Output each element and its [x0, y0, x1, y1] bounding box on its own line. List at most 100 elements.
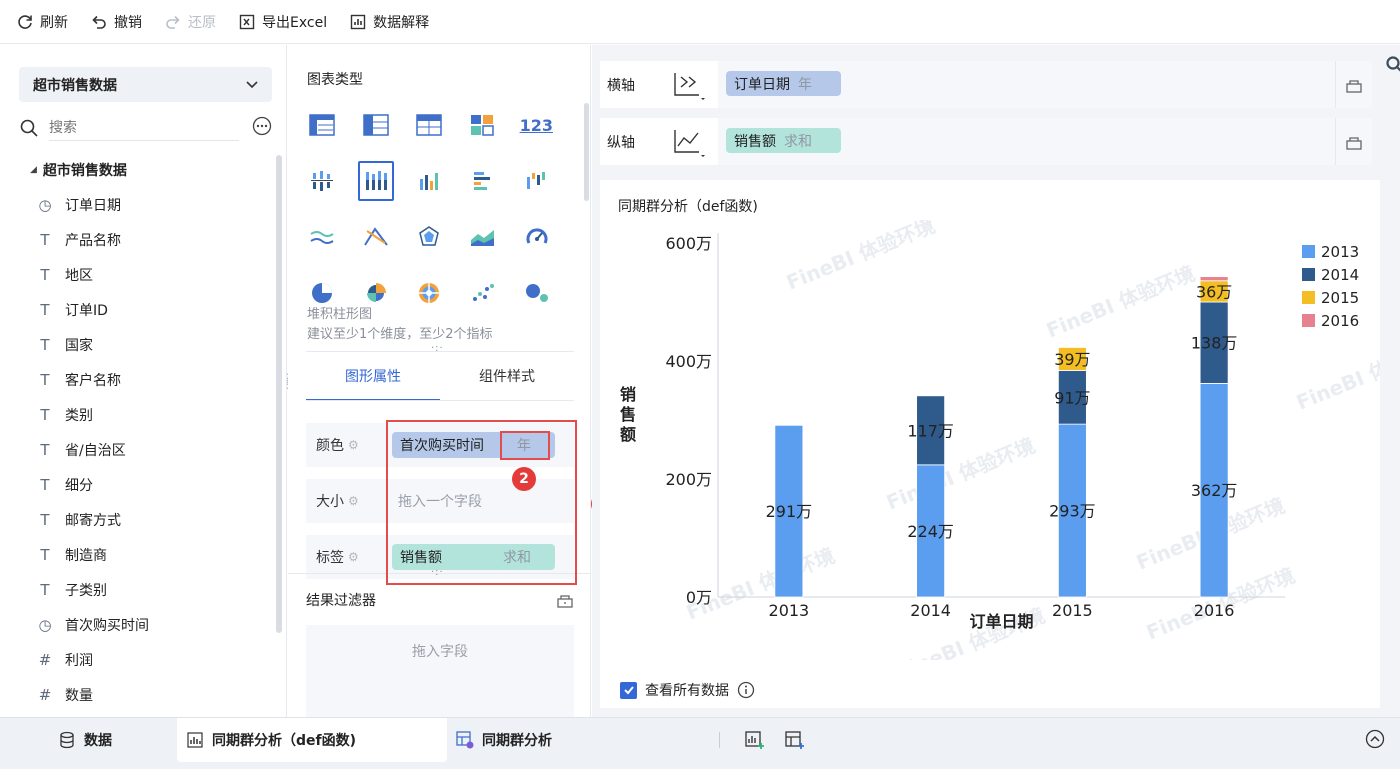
field-label: 数量: [65, 687, 93, 704]
field-item[interactable]: # 利润: [36, 642, 266, 677]
add-component-icon[interactable]: [744, 729, 766, 751]
dataset-name: 超市销售数据: [33, 77, 117, 94]
field-item[interactable]: T 邮寄方式: [36, 502, 266, 537]
field-item[interactable]: T 细分: [36, 467, 266, 502]
view-all-checkbox[interactable]: [620, 681, 637, 699]
bar-chart-icon: [186, 731, 204, 749]
dashboard-icon: [456, 731, 474, 749]
field-item[interactable]: T 订单ID: [36, 292, 266, 327]
bubble-chart-icon[interactable]: [518, 273, 555, 313]
legend-swatch: [1302, 268, 1315, 281]
resize-dots-icon[interactable]: ·:·: [431, 343, 444, 354]
number-card-icon[interactable]: 123: [518, 105, 555, 145]
calc-clock-icon: ◷: [38, 615, 52, 634]
selected-chart-hint: 建议至少1个维度，至少2个指标: [307, 327, 493, 342]
field-item[interactable]: T 子类别: [36, 572, 266, 607]
collapse-chevron-up-icon[interactable]: [1365, 729, 1385, 749]
field-item[interactable]: ◷ 首次购买时间: [36, 607, 266, 642]
field-item[interactable]: # 数量: [36, 677, 266, 712]
step-badge-2: 2: [512, 467, 536, 491]
field-item[interactable]: ◷ 订单日期: [36, 187, 266, 222]
chart-card: 同期群分析（def函数) FineBI 体验环境 FineBI 体验环境 FineB…: [600, 180, 1380, 708]
x-axis-lock-button[interactable]: [1335, 61, 1372, 108]
gauge-chart-icon[interactable]: [518, 217, 555, 257]
sunburst-chart-icon[interactable]: [411, 273, 448, 313]
y-axis-lock-button[interactable]: [1335, 118, 1372, 165]
x-axis-type-icon[interactable]: [658, 65, 718, 105]
tab-component-style[interactable]: 组件样式: [440, 361, 574, 401]
tab-cohort-def[interactable]: 同期群分析（def函数): [177, 718, 447, 762]
redo-button[interactable]: 还原: [164, 0, 216, 44]
result-filter-dropzone[interactable]: 拖入字段: [306, 625, 574, 717]
chevron-down-icon: [246, 81, 258, 89]
area-chart-icon[interactable]: [465, 217, 502, 257]
undo-button[interactable]: 撤销: [90, 0, 142, 44]
tab-cohort[interactable]: 同期群分析: [456, 718, 552, 762]
field-item[interactable]: T 地区: [36, 257, 266, 292]
tab-data[interactable]: 数据: [58, 718, 112, 762]
waterfall-chart-icon[interactable]: [518, 161, 555, 201]
chart-type-grid: 123: [304, 97, 572, 321]
kpi-card-icon[interactable]: [464, 105, 500, 145]
excel-icon: [238, 13, 256, 31]
data-label: 362万: [1191, 481, 1238, 500]
tab-graph-properties[interactable]: 图形属性: [306, 361, 440, 401]
view-all-data-toggle[interactable]: 查看所有数据: [620, 680, 755, 700]
legend-swatch: [1302, 314, 1315, 327]
x-tick-label: 2013: [769, 601, 810, 620]
left-scrollbar[interactable]: [276, 155, 282, 633]
column-chart-icon[interactable]: [411, 161, 448, 201]
field-item[interactable]: T 客户名称: [36, 362, 266, 397]
field-item[interactable]: T 产品名称: [36, 222, 266, 257]
tab-cohort-def-label: 同期群分析（def函数): [212, 733, 357, 749]
gear-icon[interactable]: ⚙: [348, 438, 359, 452]
export-excel-button[interactable]: 导出Excel: [238, 0, 327, 44]
x-axis-field-pill[interactable]: 订单日期 年: [726, 71, 841, 96]
result-filter-title: 结果过滤器: [306, 593, 376, 609]
grouped-bar-icon[interactable]: [304, 161, 341, 201]
clock-icon: ◷: [38, 195, 52, 214]
dataset-tree-root[interactable]: ◢ 超市销售数据: [30, 160, 127, 180]
table-chart-icon[interactable]: [304, 105, 340, 145]
scatter-chart-icon[interactable]: [465, 273, 502, 313]
lock-icon[interactable]: [556, 591, 574, 609]
cross-table-icon[interactable]: [357, 105, 393, 145]
field-item[interactable]: T 类别: [36, 397, 266, 432]
radar-chart-icon[interactable]: [411, 217, 448, 257]
refresh-button[interactable]: 刷新: [16, 0, 68, 44]
y-axis-label: 纵轴: [607, 134, 635, 151]
search-icon[interactable]: [1385, 55, 1400, 73]
y-tick-label: 0万: [686, 588, 712, 607]
line-chart-icon[interactable]: [304, 217, 341, 257]
y-axis-field-pill[interactable]: 销售额 求和: [726, 128, 841, 153]
stacked-bar-chart-icon[interactable]: [357, 161, 395, 201]
gear-icon[interactable]: ⚙: [348, 550, 359, 564]
more-options-icon[interactable]: [252, 116, 272, 136]
gear-icon[interactable]: ⚙: [348, 494, 359, 508]
chart-title: 同期群分析（def函数): [618, 199, 758, 215]
field-search: [19, 113, 272, 143]
dataset-select[interactable]: 超市销售数据: [19, 67, 272, 102]
add-dashboard-icon[interactable]: [784, 729, 806, 751]
detail-table-icon[interactable]: [411, 105, 447, 145]
y-axis-type-icon[interactable]: [658, 122, 718, 162]
field-label: 邮寄方式: [65, 512, 121, 529]
x-axis-field-granularity: 年: [798, 76, 812, 93]
radar-line-icon[interactable]: [358, 217, 395, 257]
data-label: 224万: [907, 522, 954, 541]
legend-swatch: [1302, 291, 1315, 304]
bottom-tab-bar: 数据 同期群分析（def函数) 同期群分析: [0, 717, 1400, 769]
x-axis-label: 横轴: [607, 77, 635, 94]
search-input[interactable]: [49, 115, 239, 141]
redo-label: 还原: [188, 14, 216, 31]
field-item[interactable]: T 国家: [36, 327, 266, 362]
text-type-icon: T: [40, 405, 50, 424]
data-explain-button[interactable]: 数据解释: [349, 0, 429, 44]
chart-type-scrollbar[interactable]: [584, 103, 589, 201]
horizontal-bar-icon[interactable]: [465, 161, 502, 201]
lock-icon: [1346, 136, 1362, 150]
info-icon[interactable]: [737, 681, 755, 699]
y-axis-title: 销: [620, 385, 636, 404]
field-item[interactable]: T 省/自治区: [36, 432, 266, 467]
field-item[interactable]: T 制造商: [36, 537, 266, 572]
